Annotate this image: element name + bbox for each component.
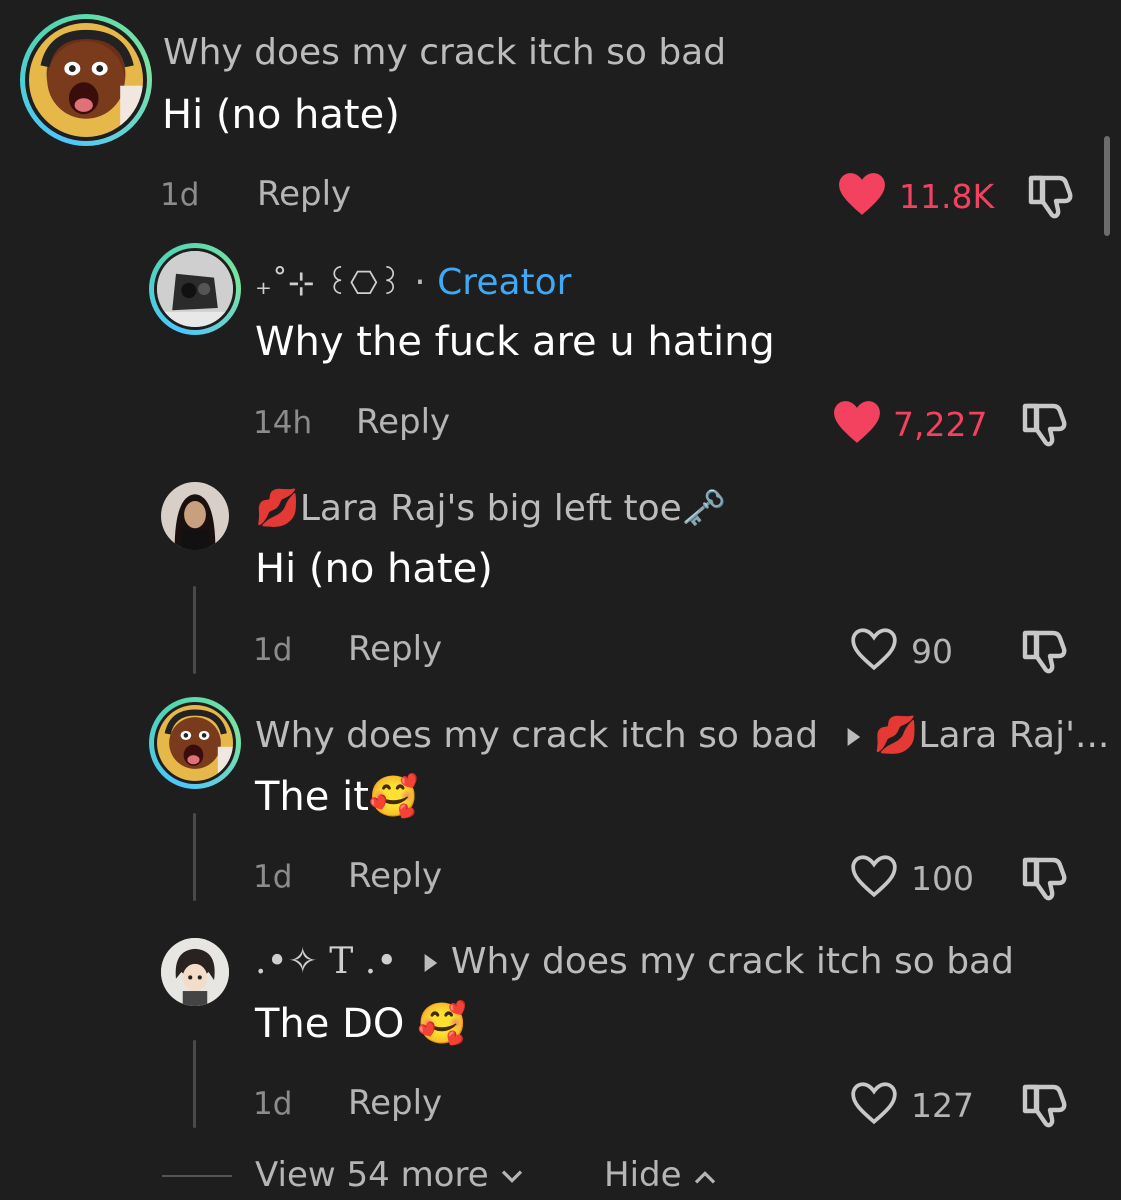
thread-line (193, 1040, 196, 1128)
comment-text: Why the fuck are u hating (255, 319, 775, 365)
comment-time: 1d (253, 632, 293, 668)
avatar-ring[interactable] (149, 697, 241, 789)
thumbs-down-icon[interactable] (1019, 1081, 1071, 1131)
thumbs-down-icon[interactable] (1019, 400, 1071, 450)
reply-arrow-icon (424, 954, 438, 972)
comment-time: 1d (160, 177, 200, 213)
comment-username[interactable]: 💋Lara Raj's big left toe🗝️ (255, 487, 727, 529)
reply-button[interactable]: Reply (348, 629, 442, 669)
footer-divider (162, 1175, 232, 1177)
hide-button[interactable]: Hide (604, 1155, 718, 1195)
chevron-up-icon (695, 1170, 716, 1184)
thread-line (193, 586, 196, 674)
avatar (157, 251, 233, 327)
comment-time: 1d (253, 859, 293, 895)
reply-arrow-icon (847, 728, 860, 746)
reply-button[interactable]: Reply (348, 1083, 442, 1123)
like-count: 11.8K (899, 177, 995, 216)
comment-text: Hi (no hate) (255, 546, 493, 592)
avatar[interactable] (161, 482, 229, 550)
thumbs-down-icon[interactable] (1019, 627, 1071, 677)
reply-button[interactable]: Reply (356, 402, 450, 442)
thumbs-down-icon[interactable] (1025, 172, 1077, 222)
avatar[interactable] (161, 938, 229, 1006)
comment-time: 1d (253, 1086, 293, 1122)
scrollbar[interactable] (1104, 136, 1110, 236)
heart-filled-icon[interactable] (832, 399, 882, 445)
creator-badge: Creator (437, 262, 572, 303)
avatar-ring[interactable] (20, 14, 152, 146)
heart-outline-icon[interactable] (849, 853, 899, 899)
heart-outline-icon[interactable] (849, 626, 899, 672)
like-count: 90 (911, 632, 953, 671)
chevron-down-icon (502, 1169, 523, 1183)
comment-username[interactable]: Why does my crack itch so bad (163, 32, 726, 73)
comment-time: 14h (253, 405, 313, 441)
comment-text: The it🥰 (255, 774, 419, 820)
comment-username[interactable]: ₊˚⊹ ꒰⎔꒱ · Creator (255, 260, 571, 303)
like-count: 100 (911, 859, 974, 898)
like-count: 7,227 (893, 405, 988, 444)
comment-text: The DO 🥰 (255, 1001, 467, 1047)
avatar-ring[interactable] (149, 243, 241, 335)
avatar (157, 705, 233, 781)
view-more-button[interactable]: View 54 more (255, 1155, 525, 1195)
comment-username[interactable]: .•✧ T .• Why does my crack itch so bad (255, 941, 1014, 982)
comment-username[interactable]: Why does my crack itch so bad 💋Lara Raj'… (255, 714, 1109, 756)
comment-text: Hi (no hate) (162, 92, 400, 138)
thread-line (193, 813, 196, 901)
reply-button[interactable]: Reply (348, 856, 442, 896)
thumbs-down-icon[interactable] (1019, 854, 1071, 904)
heart-outline-icon[interactable] (849, 1080, 899, 1126)
reply-button[interactable]: Reply (257, 174, 351, 214)
like-count: 127 (911, 1086, 974, 1125)
avatar (29, 23, 143, 137)
heart-filled-icon[interactable] (837, 171, 887, 217)
